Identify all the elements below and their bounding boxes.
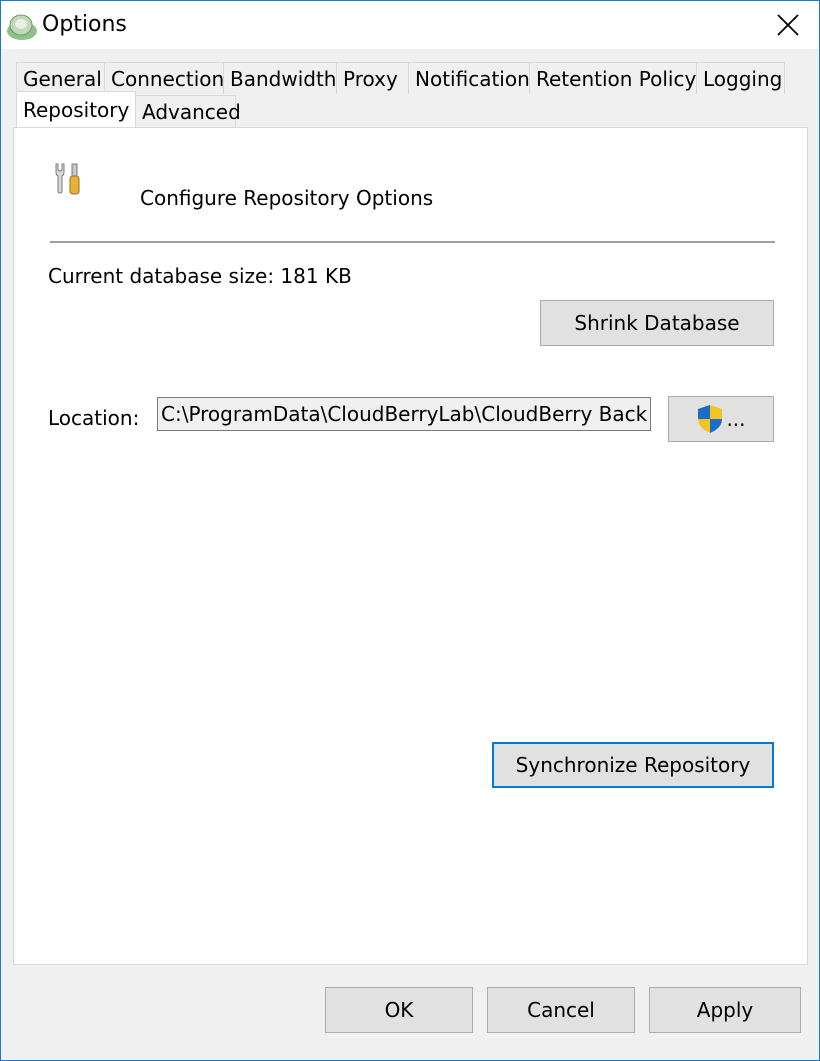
database-size-label: Current database size: 181 KB: [48, 264, 352, 288]
divider: [50, 241, 775, 243]
tab-strip: General Connection Bandwidth Proxy Notif…: [1, 49, 819, 129]
location-field[interactable]: [157, 397, 651, 431]
tab-proxy[interactable]: Proxy: [336, 62, 409, 94]
close-button[interactable]: [757, 1, 819, 49]
synchronize-repository-button[interactable]: Synchronize Repository: [492, 742, 774, 788]
window-title: Options: [42, 12, 127, 37]
page-title: Configure Repository Options: [140, 186, 434, 210]
tab-connection[interactable]: Connection: [104, 62, 224, 94]
browse-label: ...: [726, 407, 746, 431]
cloudberry-icon: [7, 14, 37, 40]
tab-notification[interactable]: Notification: [408, 62, 530, 94]
tools-icon: [55, 163, 80, 195]
tab-logging[interactable]: Logging: [696, 62, 785, 94]
shrink-database-button[interactable]: Shrink Database: [540, 300, 774, 346]
uac-shield-icon: [698, 405, 723, 433]
tab-retention-policy[interactable]: Retention Policy: [529, 62, 697, 94]
options-window: Options General Connection Bandwidth Pro…: [0, 0, 820, 1061]
tab-repository[interactable]: Repository: [16, 91, 136, 127]
tab-general[interactable]: General: [16, 62, 105, 94]
tab-advanced[interactable]: Advanced: [135, 95, 241, 127]
close-icon: [777, 14, 799, 36]
apply-button[interactable]: Apply: [649, 987, 801, 1033]
ok-button[interactable]: OK: [325, 987, 473, 1033]
repository-panel: Configure Repository Options Current dat…: [13, 127, 808, 965]
cancel-button[interactable]: Cancel: [487, 987, 635, 1033]
location-label: Location:: [48, 406, 140, 430]
tab-bandwidth[interactable]: Bandwidth: [223, 62, 337, 94]
title-bar: Options: [1, 1, 819, 49]
browse-button[interactable]: ...: [668, 396, 774, 442]
